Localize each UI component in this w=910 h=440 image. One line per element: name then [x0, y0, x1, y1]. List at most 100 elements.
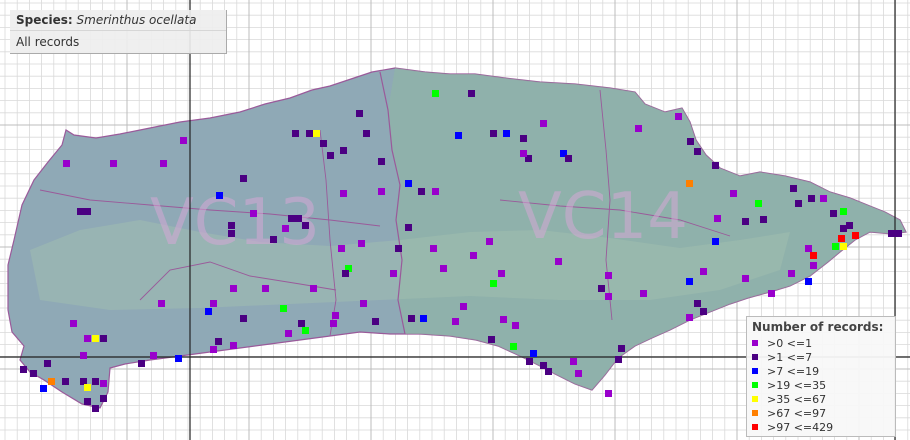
record-square[interactable]	[640, 290, 647, 297]
record-square[interactable]	[452, 318, 459, 325]
record-square[interactable]	[80, 378, 87, 385]
record-square[interactable]	[598, 285, 605, 292]
record-square[interactable]	[700, 268, 707, 275]
record-square[interactable]	[490, 130, 497, 137]
record-square[interactable]	[615, 356, 622, 363]
record-square[interactable]	[306, 130, 313, 137]
record-square[interactable]	[175, 355, 182, 362]
record-square[interactable]	[310, 285, 317, 292]
record-square[interactable]	[694, 300, 701, 307]
record-square[interactable]	[810, 262, 817, 269]
record-square[interactable]	[92, 335, 99, 342]
record-square[interactable]	[498, 270, 505, 277]
record-square[interactable]	[363, 130, 370, 137]
record-square[interactable]	[228, 222, 235, 229]
record-square[interactable]	[468, 90, 475, 97]
record-square[interactable]	[270, 236, 277, 243]
record-square[interactable]	[565, 155, 572, 162]
record-square[interactable]	[180, 137, 187, 144]
record-square[interactable]	[100, 395, 107, 402]
record-square[interactable]	[742, 218, 749, 225]
record-square[interactable]	[80, 352, 87, 359]
record-square[interactable]	[20, 366, 27, 373]
record-square[interactable]	[730, 190, 737, 197]
record-square[interactable]	[852, 232, 859, 239]
record-square[interactable]	[605, 390, 612, 397]
record-square[interactable]	[160, 160, 167, 167]
record-square[interactable]	[832, 243, 839, 250]
record-square[interactable]	[808, 195, 815, 202]
record-square[interactable]	[486, 238, 493, 245]
record-square[interactable]	[210, 300, 217, 307]
record-square[interactable]	[332, 312, 339, 319]
record-square[interactable]	[282, 225, 289, 232]
record-square[interactable]	[605, 293, 612, 300]
record-square[interactable]	[686, 180, 693, 187]
record-square[interactable]	[342, 270, 349, 277]
record-square[interactable]	[100, 380, 107, 387]
record-square[interactable]	[694, 148, 701, 155]
record-square[interactable]	[48, 378, 55, 385]
record-square[interactable]	[545, 368, 552, 375]
record-square[interactable]	[262, 285, 269, 292]
record-square[interactable]	[84, 208, 91, 215]
record-square[interactable]	[378, 188, 385, 195]
record-square[interactable]	[888, 230, 895, 237]
record-square[interactable]	[555, 258, 562, 265]
record-square[interactable]	[138, 360, 145, 367]
record-square[interactable]	[390, 270, 397, 277]
record-square[interactable]	[840, 208, 847, 215]
record-square[interactable]	[605, 272, 612, 279]
record-square[interactable]	[405, 224, 412, 231]
record-square[interactable]	[470, 252, 477, 259]
record-square[interactable]	[395, 245, 402, 252]
record-square[interactable]	[230, 285, 237, 292]
record-square[interactable]	[432, 188, 439, 195]
record-square[interactable]	[210, 346, 217, 353]
record-square[interactable]	[313, 130, 320, 137]
record-square[interactable]	[420, 315, 427, 322]
record-square[interactable]	[358, 240, 365, 247]
record-square[interactable]	[302, 327, 309, 334]
record-square[interactable]	[895, 230, 902, 237]
record-square[interactable]	[338, 245, 345, 252]
record-square[interactable]	[360, 300, 367, 307]
record-square[interactable]	[62, 378, 69, 385]
record-square[interactable]	[540, 362, 547, 369]
record-square[interactable]	[512, 322, 519, 329]
record-square[interactable]	[327, 152, 334, 159]
record-square[interactable]	[675, 113, 682, 120]
record-square[interactable]	[488, 336, 495, 343]
record-square[interactable]	[84, 335, 91, 342]
record-square[interactable]	[570, 358, 577, 365]
record-square[interactable]	[846, 222, 853, 229]
record-square[interactable]	[790, 185, 797, 192]
record-square[interactable]	[618, 345, 625, 352]
record-square[interactable]	[686, 278, 693, 285]
record-square[interactable]	[430, 245, 437, 252]
record-square[interactable]	[700, 308, 707, 315]
record-square[interactable]	[215, 338, 222, 345]
record-square[interactable]	[30, 370, 37, 377]
record-square[interactable]	[150, 352, 157, 359]
record-square[interactable]	[526, 358, 533, 365]
record-square[interactable]	[77, 208, 84, 215]
record-square[interactable]	[240, 175, 247, 182]
record-square[interactable]	[712, 238, 719, 245]
record-square[interactable]	[63, 160, 70, 167]
record-square[interactable]	[158, 300, 165, 307]
record-square[interactable]	[372, 318, 379, 325]
record-square[interactable]	[840, 225, 847, 232]
record-square[interactable]	[240, 315, 247, 322]
record-square[interactable]	[788, 270, 795, 277]
record-square[interactable]	[575, 370, 582, 377]
record-square[interactable]	[110, 160, 117, 167]
record-square[interactable]	[795, 200, 802, 207]
record-square[interactable]	[540, 120, 547, 127]
record-square[interactable]	[712, 162, 719, 169]
record-square[interactable]	[408, 315, 415, 322]
record-square[interactable]	[216, 192, 223, 199]
record-square[interactable]	[755, 200, 762, 207]
record-square[interactable]	[760, 216, 767, 223]
record-square[interactable]	[92, 378, 99, 385]
